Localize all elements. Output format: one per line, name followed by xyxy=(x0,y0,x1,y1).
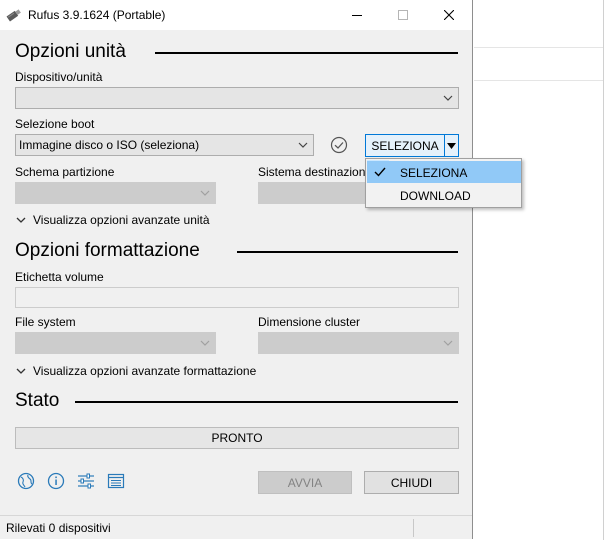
status-bar: Rilevati 0 dispositivi xyxy=(0,515,472,539)
chevron-down-icon xyxy=(298,142,308,148)
minimize-icon xyxy=(352,15,362,16)
advanced-format-options-label: Visualizza opzioni avanzate formattazion… xyxy=(33,364,257,378)
advanced-format-options-toggle[interactable]: Visualizza opzioni avanzate formattazion… xyxy=(15,364,256,378)
log-icon[interactable] xyxy=(107,472,125,490)
partition-scheme-select[interactable] xyxy=(15,182,216,204)
boot-selection-value: Immagine disco o ISO (seleziona) xyxy=(19,138,200,152)
device-select[interactable] xyxy=(15,87,459,109)
status-progress-bar: PRONTO xyxy=(15,427,459,449)
triangle-down-icon xyxy=(447,142,456,149)
close-window-button[interactable] xyxy=(426,0,472,30)
cluster-size-label: Dimensione cluster xyxy=(258,315,361,329)
status-progress-text: PRONTO xyxy=(211,431,263,445)
usb-drive-icon xyxy=(6,9,21,22)
background-divider xyxy=(474,47,604,48)
device-label: Dispositivo/unità xyxy=(15,70,103,84)
menu-item-label: SELEZIONA xyxy=(400,166,468,180)
file-system-select[interactable] xyxy=(15,332,216,354)
window-title: Rufus 3.9.1624 (Portable) xyxy=(28,8,166,22)
maximize-icon xyxy=(398,10,408,20)
globe-icon[interactable] xyxy=(17,472,35,490)
cluster-size-select[interactable] xyxy=(258,332,459,354)
close-icon xyxy=(444,10,454,20)
minimize-button[interactable] xyxy=(334,0,380,30)
chevron-down-icon xyxy=(16,217,26,223)
start-button[interactable]: AVVIA xyxy=(258,471,352,494)
select-dropdown-menu: SELEZIONA DOWNLOAD xyxy=(365,158,522,208)
background-divider xyxy=(474,80,604,81)
chevron-down-icon xyxy=(443,340,453,346)
title-bar[interactable]: Rufus 3.9.1624 (Portable) xyxy=(0,0,472,30)
chevron-down-icon xyxy=(200,340,210,346)
section-divider xyxy=(75,401,458,403)
status-bar-text: Rilevati 0 dispositivi xyxy=(6,521,111,535)
select-dropdown-arrow-button[interactable] xyxy=(444,134,459,157)
start-button-label: AVVIA xyxy=(287,475,323,490)
boot-selection-label: Selezione boot xyxy=(15,117,95,131)
volume-label-label: Etichetta volume xyxy=(15,270,104,284)
chevron-down-icon xyxy=(200,190,210,196)
partition-scheme-label: Schema partizione xyxy=(15,165,115,179)
menu-item-label: DOWNLOAD xyxy=(400,189,471,203)
format-options-heading: Opzioni formattazione xyxy=(15,240,200,261)
drive-options-heading: Opzioni unità xyxy=(15,41,126,62)
info-icon[interactable] xyxy=(47,472,65,490)
rufus-window: Rufus 3.9.1624 (Portable) Opzioni unità … xyxy=(0,0,522,539)
section-divider xyxy=(237,251,458,253)
checkmark-icon xyxy=(374,167,386,177)
close-button[interactable]: CHIUDI xyxy=(364,471,459,494)
target-system-label: Sistema destinazione xyxy=(258,165,373,179)
background-window xyxy=(474,0,604,540)
settings-sliders-icon[interactable] xyxy=(77,472,95,490)
advanced-drive-options-toggle[interactable]: Visualizza opzioni avanzate unità xyxy=(15,213,210,227)
select-image-button[interactable]: SELEZIONA xyxy=(365,134,445,157)
status-bar-separator xyxy=(413,519,414,537)
select-button-label: SELEZIONA xyxy=(371,138,439,153)
check-hash-icon[interactable] xyxy=(330,136,348,154)
advanced-drive-options-label: Visualizza opzioni avanzate unità xyxy=(33,213,210,227)
boot-selection-select[interactable]: Immagine disco o ISO (seleziona) xyxy=(15,134,314,156)
chevron-down-icon xyxy=(16,368,26,374)
volume-label-input[interactable] xyxy=(15,287,459,308)
status-heading: Stato xyxy=(15,390,60,411)
chevron-down-icon xyxy=(443,95,453,101)
menu-item-seleziona[interactable]: SELEZIONA xyxy=(367,161,521,183)
maximize-button[interactable] xyxy=(380,0,426,30)
close-button-label: CHIUDI xyxy=(390,475,433,490)
section-divider xyxy=(155,52,458,54)
menu-item-download[interactable]: DOWNLOAD xyxy=(367,184,521,206)
file-system-label: File system xyxy=(15,315,76,329)
